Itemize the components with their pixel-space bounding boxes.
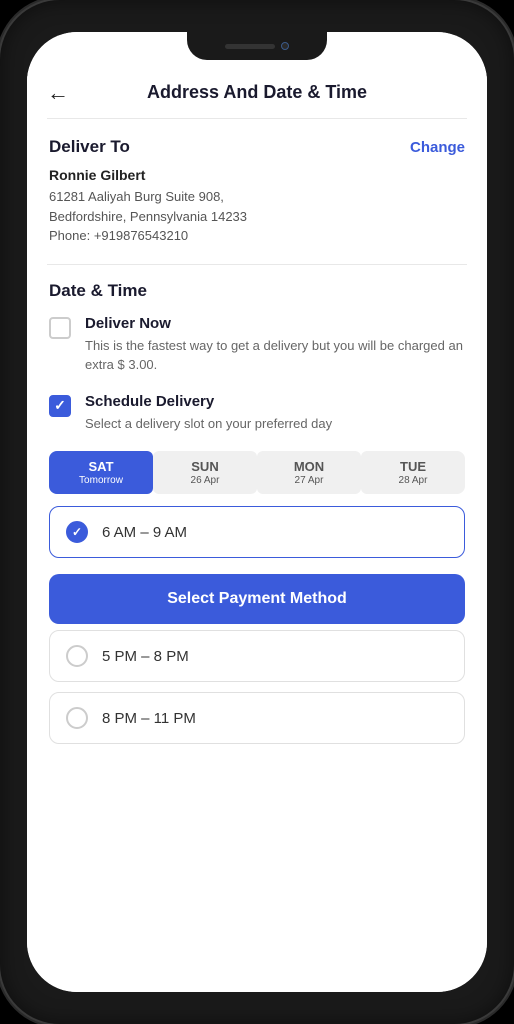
day-tabs-container: SAT Tomorrow SUN 26 Apr MON 27 Apr TUE 2… (49, 451, 465, 494)
date-time-title: Date & Time (49, 281, 465, 301)
notch (187, 32, 327, 60)
day-tab-tue[interactable]: TUE 28 Apr (361, 451, 465, 494)
deliver-now-label: Deliver Now (85, 315, 465, 332)
deliver-now-content: Deliver Now This is the fastest way to g… (85, 315, 465, 375)
day-tab-sun-name: SUN (157, 459, 253, 474)
schedule-delivery-option[interactable]: Schedule Delivery Select a delivery slot… (49, 393, 465, 434)
phone-frame: ← Address And Date & Time Deliver To Cha… (0, 0, 514, 1024)
back-button[interactable]: ← (47, 80, 69, 106)
deliver-now-desc: This is the fastest way to get a deliver… (85, 336, 465, 375)
schedule-delivery-label: Schedule Delivery (85, 393, 332, 410)
address-line2: Bedfordshire, Pennsylvania 14233 (49, 207, 465, 227)
deliver-now-option[interactable]: Deliver Now This is the fastest way to g… (49, 315, 465, 375)
time-label-1: 6 AM – 9 AM (102, 524, 187, 541)
change-button[interactable]: Change (410, 139, 465, 156)
day-tab-sat-name: SAT (53, 459, 149, 474)
date-time-section: Date & Time Deliver Now This is the fast… (27, 265, 487, 771)
page-title: Address And Date & Time (147, 82, 367, 103)
deliver-to-section: Deliver To Change Ronnie Gilbert 61281 A… (27, 119, 487, 264)
screen-content: ← Address And Date & Time Deliver To Cha… (27, 32, 487, 992)
day-tab-tue-sub: 28 Apr (365, 475, 461, 486)
time-slot-3[interactable]: 8 PM – 11 PM (49, 692, 465, 744)
deliver-to-header: Deliver To Change (49, 137, 465, 157)
radio-slot-3 (66, 707, 88, 729)
time-label-3: 8 PM – 11 PM (102, 710, 196, 727)
recipient-name: Ronnie Gilbert (49, 167, 465, 183)
day-tab-sun-sub: 26 Apr (157, 475, 253, 486)
radio-slot-1 (66, 521, 88, 543)
speaker (225, 44, 275, 49)
phone-screen: ← Address And Date & Time Deliver To Cha… (27, 32, 487, 992)
phone-number: Phone: +919876543210 (49, 226, 465, 246)
camera (281, 42, 289, 50)
day-tab-sat-sub: Tomorrow (53, 475, 149, 486)
address-line1: 61281 Aaliyah Burg Suite 908, (49, 187, 465, 207)
radio-slot-2 (66, 645, 88, 667)
day-tab-sun[interactable]: SUN 26 Apr (153, 451, 257, 494)
day-tab-mon-sub: 27 Apr (261, 475, 357, 486)
time-slot-2[interactable]: 5 PM – 8 PM (49, 630, 465, 682)
day-tab-mon[interactable]: MON 27 Apr (257, 451, 361, 494)
day-tab-tue-name: TUE (365, 459, 461, 474)
select-payment-button[interactable]: Select Payment Method (49, 574, 465, 624)
schedule-delivery-desc: Select a delivery slot on your preferred… (85, 414, 332, 434)
time-label-2: 5 PM – 8 PM (102, 648, 189, 665)
header: ← Address And Date & Time (27, 67, 487, 118)
time-slot-1[interactable]: 6 AM – 9 AM (49, 506, 465, 558)
schedule-delivery-content: Schedule Delivery Select a delivery slot… (85, 393, 332, 434)
schedule-delivery-checkbox[interactable] (49, 395, 71, 417)
day-tab-mon-name: MON (261, 459, 357, 474)
day-tab-sat[interactable]: SAT Tomorrow (49, 451, 153, 494)
deliver-now-checkbox[interactable] (49, 317, 71, 339)
deliver-to-title: Deliver To (49, 137, 130, 157)
